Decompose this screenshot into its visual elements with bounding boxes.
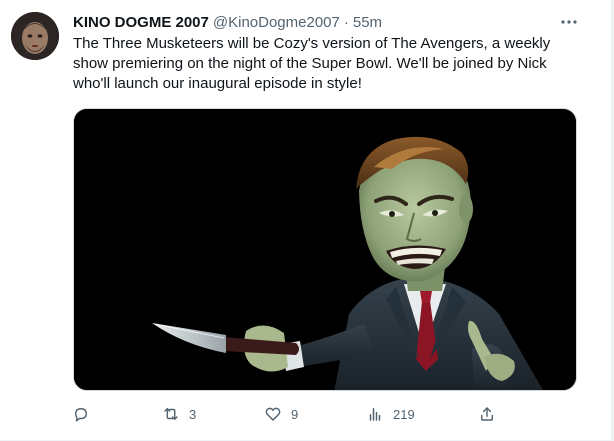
like-count: 9 bbox=[291, 406, 299, 422]
timestamp[interactable]: 55m bbox=[353, 14, 382, 31]
like-button[interactable]: 9 bbox=[264, 400, 298, 428]
reply-icon bbox=[75, 408, 87, 422]
tweet-media[interactable] bbox=[73, 108, 577, 391]
heart-icon bbox=[265, 407, 281, 421]
share-icon bbox=[481, 407, 493, 421]
retweet-icon bbox=[164, 408, 178, 420]
user-handle[interactable]: @KinoDogme2007 bbox=[213, 14, 340, 31]
avatar[interactable] bbox=[11, 12, 59, 60]
views-button[interactable]: 219 bbox=[366, 400, 415, 428]
reply-button[interactable] bbox=[72, 400, 99, 428]
more-options-button[interactable] bbox=[555, 10, 583, 34]
tweet[interactable]: KINO DOGME 2007 @KinoDogme2007 · 55m The… bbox=[0, 0, 614, 441]
tweet-actions: 3 9 219 bbox=[70, 400, 500, 428]
separator-dot: · bbox=[343, 13, 349, 31]
media-illustration bbox=[74, 109, 576, 390]
views-bar-chart-icon bbox=[369, 408, 381, 421]
avatar-image bbox=[11, 12, 59, 60]
views-count: 219 bbox=[393, 406, 415, 422]
retweet-button[interactable]: 3 bbox=[162, 400, 196, 428]
more-horizontal-icon bbox=[561, 20, 577, 24]
display-name[interactable]: KINO DOGME 2007 bbox=[73, 14, 209, 31]
tweet-text: The Three Musketeers will be Cozy's vers… bbox=[73, 35, 551, 92]
retweet-count: 3 bbox=[189, 406, 197, 422]
share-button[interactable] bbox=[478, 400, 496, 428]
tweet-header: KINO DOGME 2007 @KinoDogme2007 · 55m bbox=[73, 12, 382, 32]
